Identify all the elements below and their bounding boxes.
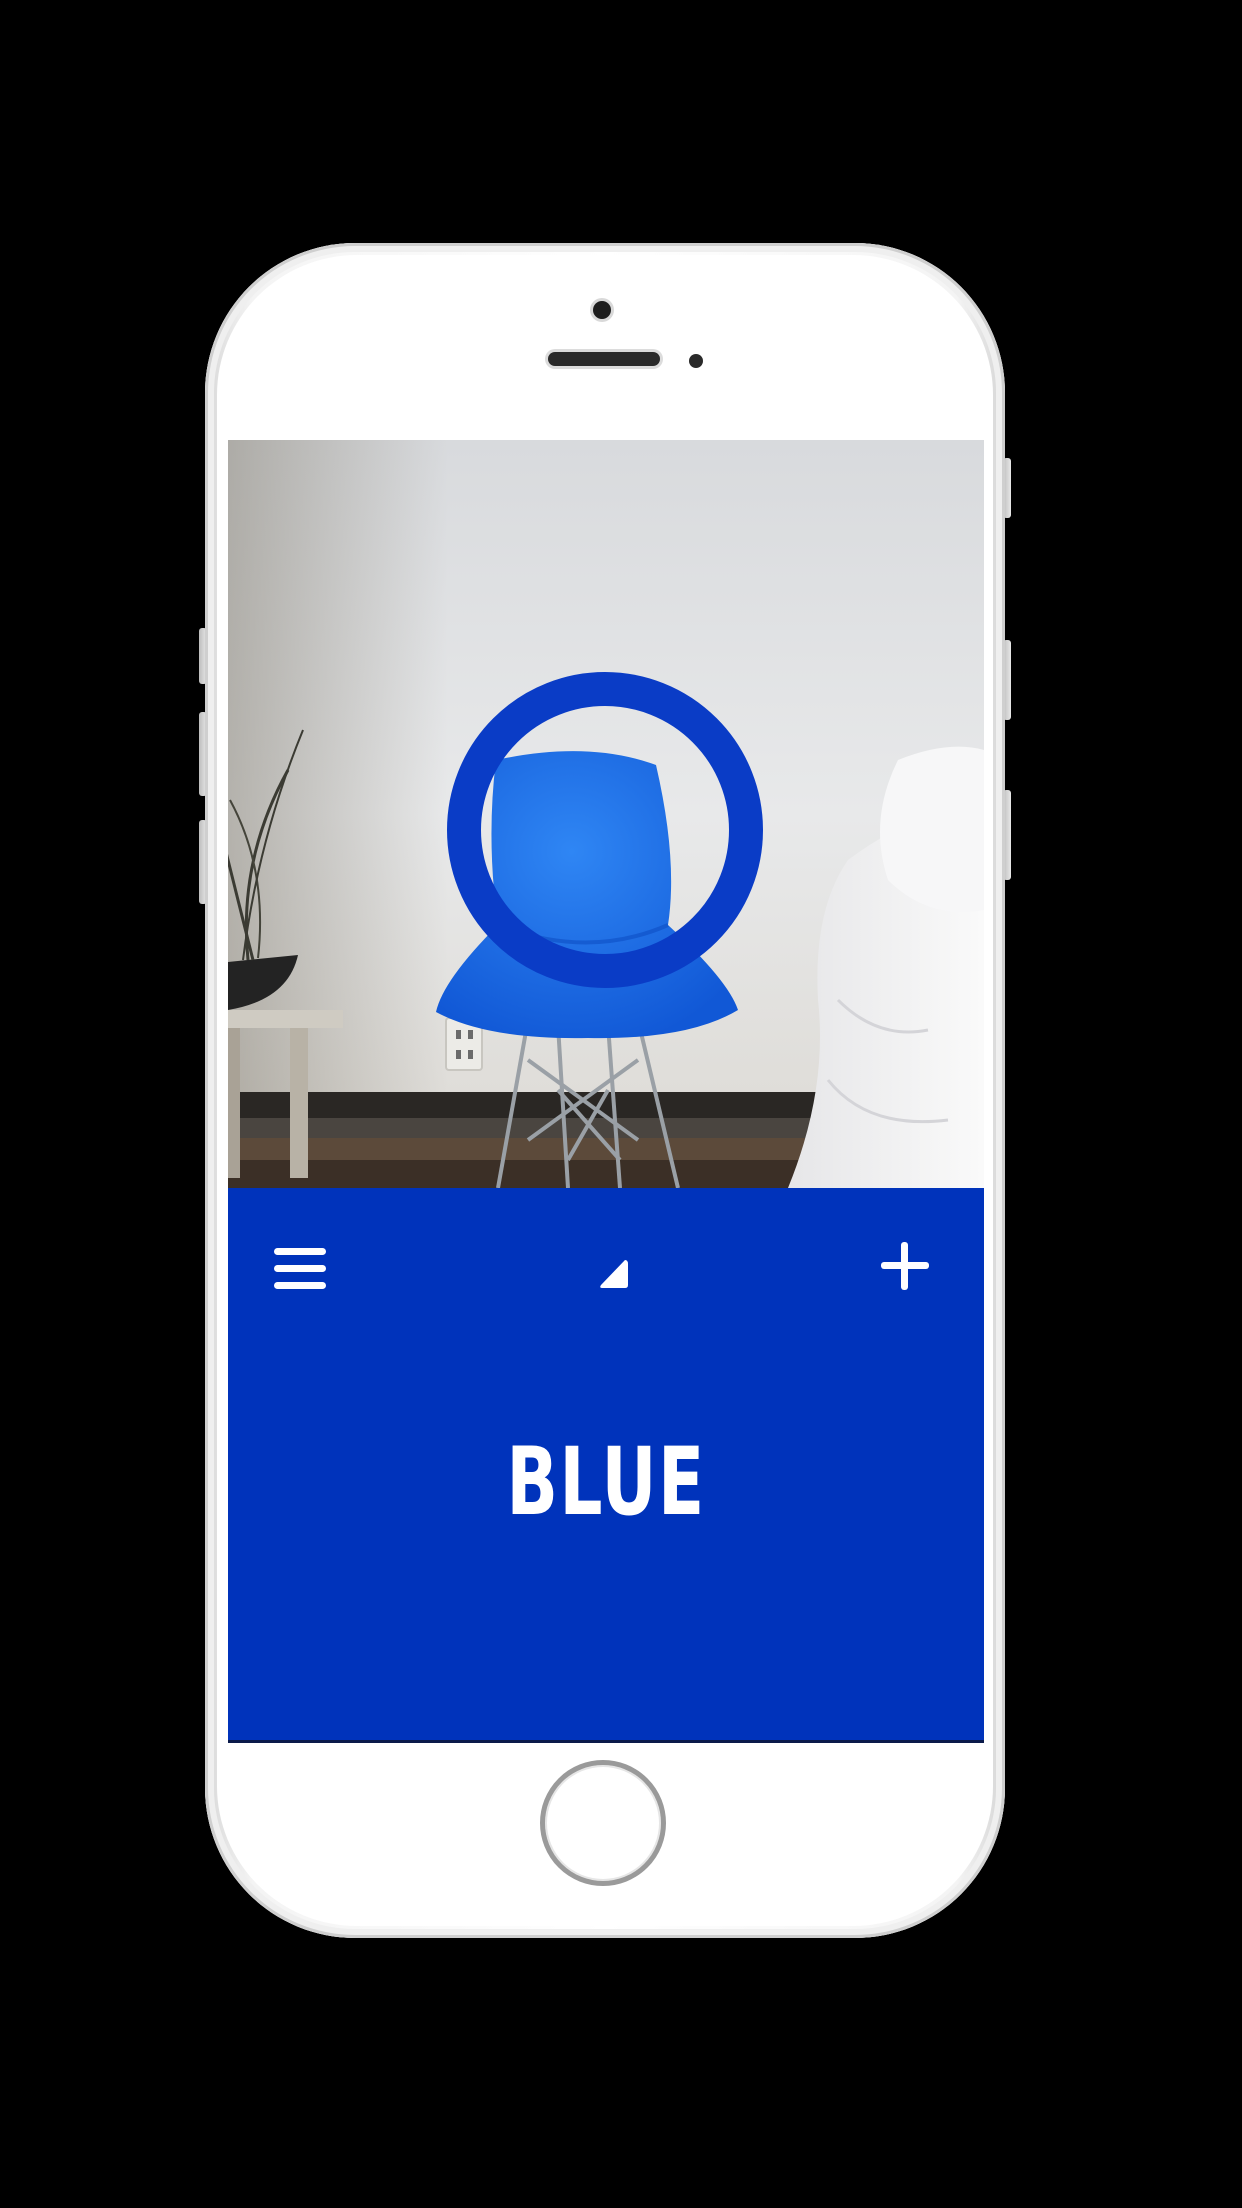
color-name-label: BLUE [506, 1428, 706, 1537]
stage: BLUE [0, 0, 1242, 2208]
earpiece-speaker [548, 352, 660, 366]
screen-bottom-edge [228, 1740, 984, 1743]
wedge-icon[interactable] [598, 1258, 630, 1290]
camera-viewfinder[interactable] [228, 440, 984, 1188]
proximity-sensor [689, 354, 703, 368]
viewfinder-scene [228, 440, 984, 1188]
front-camera [593, 301, 611, 319]
color-result-panel: BLUE [228, 1188, 984, 1742]
hamburger-menu-icon[interactable] [274, 1248, 326, 1290]
plus-icon[interactable] [879, 1240, 931, 1292]
home-button[interactable] [540, 1760, 666, 1886]
app-screen: BLUE [228, 440, 984, 1742]
